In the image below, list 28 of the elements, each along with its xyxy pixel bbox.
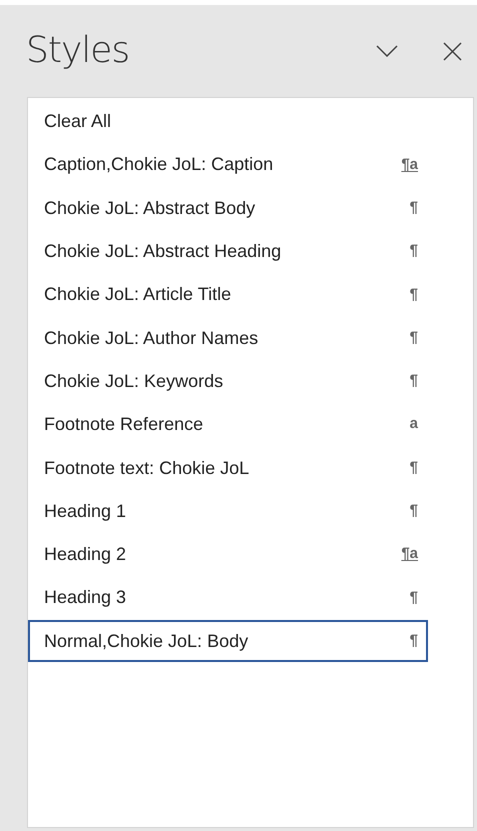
style-item[interactable]: Chokie JoL: Keywords ¶ xyxy=(28,360,428,404)
style-item[interactable]: Footnote text: Chokie JoL ¶ xyxy=(28,446,428,490)
linked-style-icon: ¶a xyxy=(401,154,418,176)
style-item[interactable]: Heading 1 ¶ xyxy=(28,490,428,533)
style-item[interactable]: Heading 2 ¶a xyxy=(28,532,428,576)
style-item[interactable]: Chokie JoL: Author Names ¶ xyxy=(28,316,428,360)
style-item[interactable]: Footnote Reference a xyxy=(28,403,428,446)
paragraph-style-icon: ¶ xyxy=(410,240,418,263)
paragraph-style-icon: ¶ xyxy=(410,586,418,610)
style-item[interactable]: Clear All xyxy=(28,100,428,144)
paragraph-style-icon: ¶ xyxy=(410,284,418,306)
style-item[interactable]: Heading 3 ¶ xyxy=(28,576,428,620)
close-icon[interactable] xyxy=(443,42,462,60)
style-item[interactable]: Caption,Chokie JoL: Caption ¶a xyxy=(28,143,428,187)
style-item[interactable]: Chokie JoL: Article Title ¶ xyxy=(28,273,428,316)
style-item[interactable]: Chokie JoL: Abstract Body ¶ xyxy=(28,186,428,230)
paragraph-style-icon: ¶ xyxy=(410,370,418,393)
style-item[interactable]: Normal,Chokie JoL: Body ¶ xyxy=(28,620,428,662)
paragraph-style-icon: ¶ xyxy=(410,630,418,652)
paragraph-style-icon: ¶ xyxy=(410,456,418,480)
style-item[interactable]: Chokie JoL: Abstract Heading ¶ xyxy=(28,230,428,274)
paragraph-style-icon: ¶ xyxy=(410,326,418,350)
paragraph-style-icon: ¶ xyxy=(410,196,418,220)
linked-style-icon: ¶a xyxy=(401,543,418,566)
paragraph-style-icon: ¶ xyxy=(410,500,418,523)
character-style-icon: a xyxy=(410,413,418,436)
pane-title: Styles xyxy=(26,29,130,73)
chevron-down-icon[interactable] xyxy=(376,45,398,57)
